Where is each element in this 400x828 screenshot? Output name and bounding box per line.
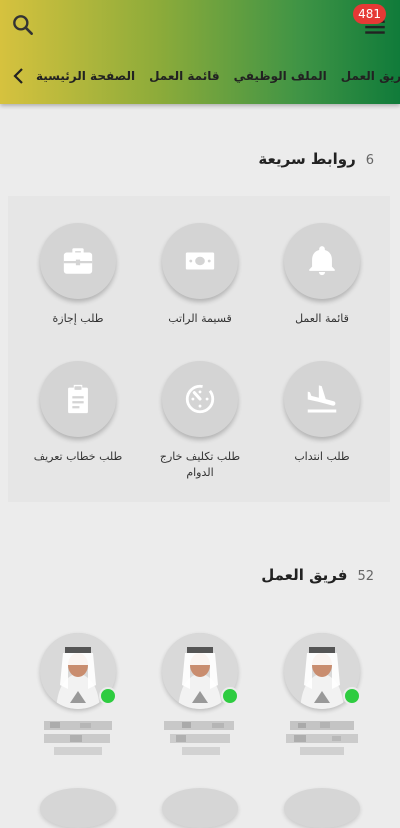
online-status-dot <box>99 687 117 705</box>
quick-link-label: طلب تكليف خارج الدوام <box>159 450 241 479</box>
notification-badge[interactable]: 481 <box>353 4 386 24</box>
team-header: فريق العمل 52 <box>261 566 374 584</box>
quick-link-label: طلب انتداب <box>294 450 350 463</box>
team-count: 52 <box>357 569 374 584</box>
quick-link-button[interactable] <box>284 361 360 437</box>
team-member-partial[interactable] <box>284 788 360 828</box>
quick-link-letter[interactable]: طلب خطاب تعريف <box>23 361 133 465</box>
team-member[interactable] <box>277 633 367 757</box>
redacted-name <box>40 719 116 757</box>
clipboard-icon <box>68 384 88 414</box>
quick-link-button[interactable] <box>284 223 360 299</box>
tab-home[interactable]: الصفحة الرئيسية <box>36 69 135 83</box>
quick-link-label: قسيمة الراتب <box>168 312 232 325</box>
chevron-left-icon[interactable] <box>10 66 28 86</box>
redacted-name <box>284 719 360 757</box>
team-member-partial[interactable] <box>40 788 116 828</box>
quick-links-header: روابط سريعة 6 <box>258 150 374 168</box>
money-icon <box>185 252 215 270</box>
quick-link-button[interactable] <box>162 361 238 437</box>
quick-link-worklist[interactable]: قائمة العمل <box>267 223 377 327</box>
quick-link-leave[interactable]: طلب إجازة <box>23 223 133 327</box>
online-status-dot <box>343 687 361 705</box>
quick-link-button[interactable] <box>162 223 238 299</box>
tab-worklist[interactable]: قائمة العمل <box>149 69 220 83</box>
team-member[interactable] <box>33 633 123 757</box>
plane-icon <box>307 385 337 413</box>
timer-icon <box>185 384 215 414</box>
quick-link-payslip[interactable]: قسيمة الراتب <box>145 223 255 327</box>
team-member[interactable] <box>155 633 245 757</box>
quick-link-label: قائمة العمل <box>295 312 349 325</box>
app-header: 481 الصفحة الرئيسية قائمة العمل الملف ال… <box>0 0 400 104</box>
quick-link-label: طلب خطاب تعريف <box>33 450 123 463</box>
quick-links-title: روابط سريعة <box>258 150 356 168</box>
quick-link-assignment[interactable]: طلب انتداب <box>267 361 377 465</box>
team-member-partial[interactable] <box>162 788 238 828</box>
quick-link-button[interactable] <box>40 361 116 437</box>
search-icon[interactable] <box>10 12 36 38</box>
quick-link-button[interactable] <box>40 223 116 299</box>
quick-links-count: 6 <box>365 153 374 168</box>
briefcase-icon <box>63 248 93 274</box>
nav-tabs: الصفحة الرئيسية قائمة العمل الملف الوظيف… <box>36 62 400 90</box>
bell-icon <box>309 246 335 276</box>
tab-profile[interactable]: الملف الوظيفي <box>234 69 327 83</box>
team-title: فريق العمل <box>261 566 348 584</box>
quick-link-label: طلب إجازة <box>52 312 104 325</box>
quick-link-overtime[interactable]: طلب تكليف خارج الدوام <box>145 361 255 481</box>
tab-team[interactable]: فريق العمل <box>341 69 400 83</box>
redacted-name <box>162 719 238 757</box>
online-status-dot <box>221 687 239 705</box>
